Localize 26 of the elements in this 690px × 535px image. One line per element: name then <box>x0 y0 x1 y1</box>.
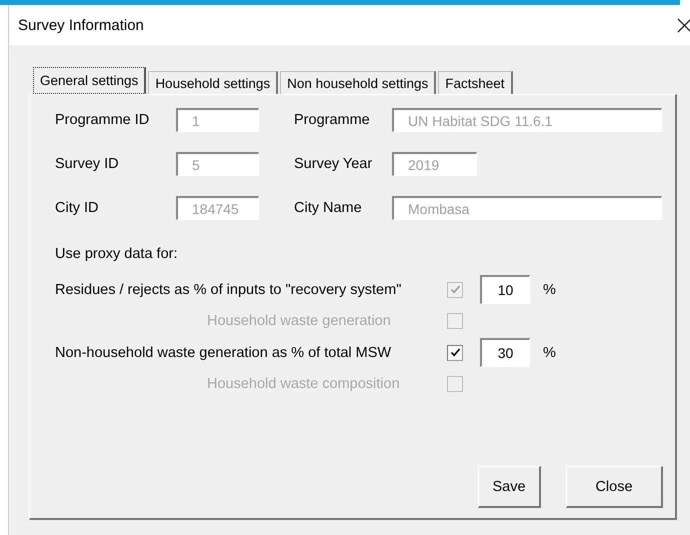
input-field[interactable]: 30 <box>480 338 530 367</box>
tab[interactable]: General settings <box>33 67 146 94</box>
unit-label: % <box>543 282 557 298</box>
save-button[interactable]: Save <box>478 466 541 508</box>
close-icon[interactable] <box>677 18 690 32</box>
option-label: Non-household waste generation as % of total MSW <box>55 344 392 360</box>
tab[interactable]: Non household settings <box>280 71 436 94</box>
unit-label: % <box>543 344 557 360</box>
option-label: Household waste generation <box>206 313 392 329</box>
window-title: Survey Information <box>18 16 144 34</box>
checkmark-icon <box>450 284 460 295</box>
field-label: Survey Year <box>294 156 374 172</box>
option-label: Household waste composition <box>206 376 401 392</box>
field-label: City ID <box>55 200 100 216</box>
tab[interactable]: Household settings <box>148 71 278 94</box>
section-label: Use proxy data for: <box>55 246 178 262</box>
input-field[interactable]: 10 <box>480 275 530 304</box>
field-label: Programme ID <box>55 112 150 128</box>
tab[interactable]: Factsheet <box>438 71 513 94</box>
close-button[interactable]: Close <box>566 466 663 508</box>
field-label: Survey ID <box>55 156 120 172</box>
checkmark-icon <box>450 347 460 358</box>
option-label: Residues / rejects as % of inputs to "recovery system" <box>55 282 402 298</box>
field-label: City Name <box>294 200 363 216</box>
checkbox[interactable] <box>447 344 463 360</box>
field-label: Programme <box>294 112 371 128</box>
